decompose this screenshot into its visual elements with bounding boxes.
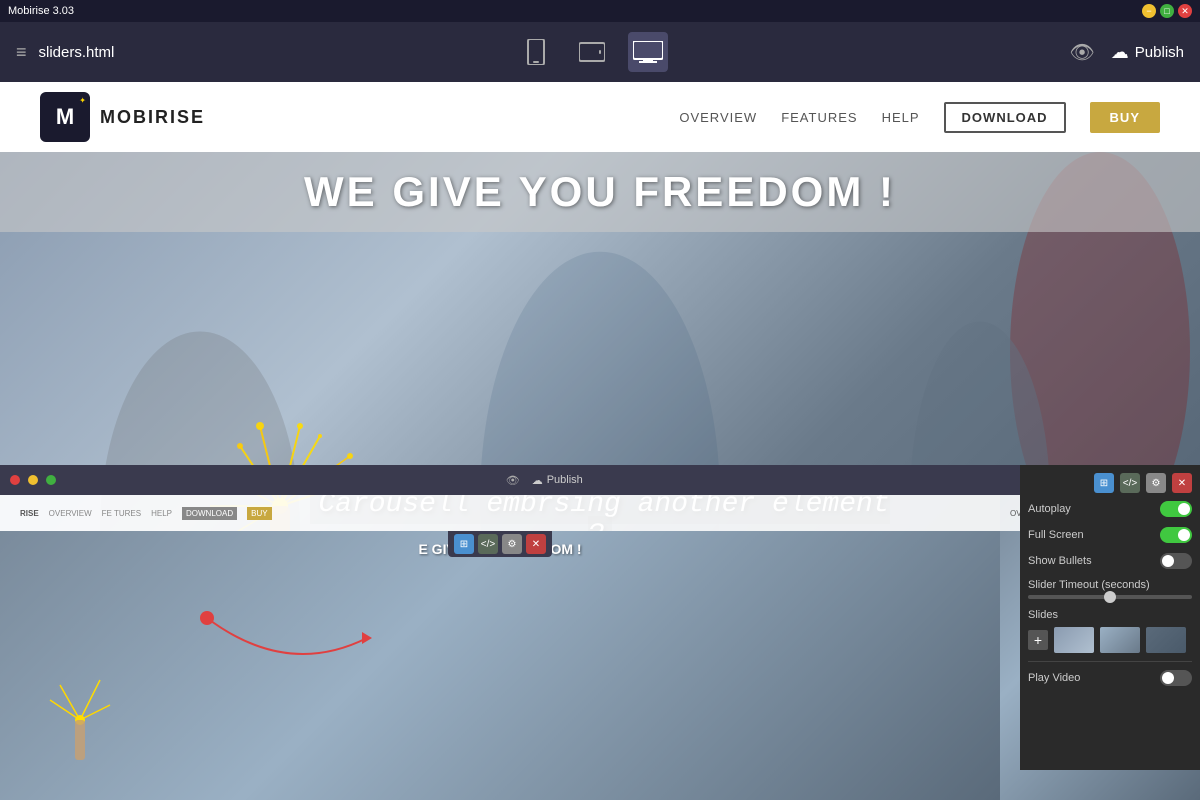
component-toolbar: ⊞ </> ⚙ ✕ (448, 531, 552, 557)
inner-preview-left: RISE OVERVIEW FE TURES HELP DOWNLOAD BUY… (0, 495, 1000, 800)
component-settings-btn[interactable]: ⚙ (502, 534, 522, 554)
settings-panel: ⊞ </> ⚙ ✕ Autoplay Full Screen Sh (1020, 495, 1200, 770)
brand: M ✦ MOBIRISE (40, 92, 205, 142)
inner-publish-label: Publish (547, 474, 583, 486)
autoplay-toggle[interactable] (1160, 501, 1192, 517)
maximize-button[interactable]: □ (1160, 4, 1174, 18)
title-bar-controls: − □ ✕ (1142, 4, 1192, 18)
slides-section: Slides + (1028, 609, 1192, 653)
desktop-view-button[interactable] (628, 32, 668, 72)
hero-title: WE GIVE YOU FREEDOM ! (304, 168, 896, 216)
hero-overlay: WE GIVE YOU FREEDOM ! (0, 152, 1200, 232)
inner-brand: RISE (20, 509, 39, 518)
play-video-row: Play Video (1028, 670, 1192, 686)
inner-hero: E GIVE YOU FREEDOM ! ⊞ (0, 531, 1000, 800)
mobile-view-button[interactable] (516, 32, 556, 72)
slide-thumb-3[interactable] (1146, 627, 1186, 653)
inner-nav-download: DOWNLOAD (182, 507, 237, 520)
add-slide-btn[interactable]: + (1028, 630, 1048, 650)
brand-logo-star: ✦ (79, 96, 86, 105)
minimize-button[interactable]: − (1142, 4, 1156, 18)
inner-toolbar-center: 👁 ☁ Publish (506, 474, 583, 487)
component-delete-btn[interactable]: ✕ (526, 534, 546, 554)
fullscreen-toggle[interactable] (1160, 527, 1192, 543)
fullscreen-label: Full Screen (1028, 529, 1084, 541)
component-layout-btn[interactable]: ⊞ (454, 534, 474, 554)
hamburger-icon[interactable]: ≡ (16, 42, 27, 63)
inner-min-btn[interactable] (28, 475, 38, 485)
brand-name: MOBIRISE (100, 107, 205, 128)
play-video-toggle[interactable] (1160, 670, 1192, 686)
inner-nav-features: FE TURES (102, 509, 141, 518)
toolbar-left: ≡ sliders.html (16, 42, 114, 63)
showbullets-label: Show Bullets (1028, 555, 1092, 567)
inner-eye-icon[interactable]: 👁 (506, 474, 520, 487)
preview-button[interactable]: 👁 (1069, 40, 1094, 65)
slider-timeout-section: Slider Timeout (seconds) (1028, 579, 1192, 599)
brand-logo: M ✦ (40, 92, 90, 142)
toolbar-right: 👁 ☁ Publish (1069, 40, 1184, 65)
fullscreen-row: Full Screen (1028, 527, 1192, 543)
slider-timeout-label: Slider Timeout (seconds) (1028, 579, 1192, 591)
toolbar-center (516, 32, 668, 72)
nav-buy[interactable]: BUY (1090, 102, 1160, 133)
nav-help[interactable]: HELP (882, 110, 920, 125)
tablet-view-button[interactable] (572, 32, 612, 72)
slides-add: + (1028, 627, 1192, 653)
main-content: M ✦ MOBIRISE OVERVIEW FEATURES HELP DOWN… (0, 82, 1200, 800)
autoplay-row: Autoplay (1028, 501, 1192, 517)
component-code-btn[interactable]: </> (478, 534, 498, 554)
inner-sparkle-svg (30, 670, 130, 770)
publish-button[interactable]: ☁ Publish (1111, 42, 1184, 63)
arrow-svg (207, 618, 407, 698)
nav-features[interactable]: FEATURES (781, 110, 857, 125)
nav-download[interactable]: DOWNLOAD (944, 102, 1066, 133)
publish-label: Publish (1135, 44, 1184, 61)
slide-thumb-1[interactable] (1054, 627, 1094, 653)
inner-cloud-icon: ☁ (532, 474, 543, 487)
showbullets-row: Show Bullets (1028, 553, 1192, 569)
nav-links: OVERVIEW FEATURES HELP DOWNLOAD BUY (679, 102, 1160, 133)
cloud-icon: ☁ (1111, 42, 1129, 63)
inner-nav-buy: BUY (247, 507, 271, 520)
brand-logo-letter: M (56, 104, 74, 130)
title-bar-text: Mobirise 3.03 (8, 5, 74, 17)
inner-nav-help: HELP (151, 509, 172, 518)
preview-nav: M ✦ MOBIRISE OVERVIEW FEATURES HELP DOWN… (0, 82, 1200, 152)
app-toolbar: ≡ sliders.html 👁 ☁ Publish (0, 22, 1200, 82)
slides-label: Slides (1028, 609, 1192, 621)
inner-preview: RISE OVERVIEW FE TURES HELP DOWNLOAD BUY… (0, 495, 1200, 800)
slide-thumb-2[interactable] (1100, 627, 1140, 653)
file-name: sliders.html (39, 44, 115, 61)
nav-overview[interactable]: OVERVIEW (679, 110, 757, 125)
inner-max-btn[interactable] (46, 475, 56, 485)
play-video-label: Play Video (1028, 672, 1080, 684)
inner-toolbar-left (10, 475, 56, 485)
inner-close-btn[interactable] (10, 475, 20, 485)
slider-timeout-control[interactable] (1028, 595, 1192, 599)
title-bar: Mobirise 3.03 − □ ✕ (0, 0, 1200, 22)
settings-divider (1028, 661, 1192, 662)
bottom-section: 👁 ☁ Publish 📱 📲 🖥 👁 ☁ Publish (0, 465, 1200, 800)
inner-nav-overview: OVERVIEW (49, 509, 92, 518)
inner-nav: RISE OVERVIEW FE TURES HELP DOWNLOAD BUY (0, 495, 1000, 531)
hero-section: WE GIVE YOU FREEDOM ! Carousell embrsing… (0, 152, 1200, 800)
autoplay-label: Autoplay (1028, 503, 1071, 515)
inner-publish-button[interactable]: ☁ Publish (532, 474, 583, 487)
close-button[interactable]: ✕ (1178, 4, 1192, 18)
showbullets-toggle[interactable] (1160, 553, 1192, 569)
